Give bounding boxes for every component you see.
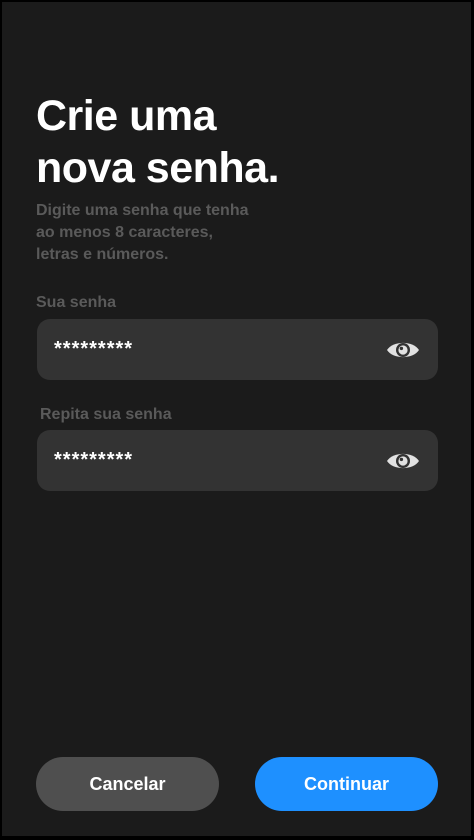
page-title-line-2: nova senha.	[36, 144, 280, 192]
page-subtitle: Digite uma senha que tenha ao menos 8 ca…	[36, 200, 316, 266]
page-subtitle-line-2: ao menos 8 caracteres,	[36, 224, 213, 241]
password-field-container	[37, 319, 438, 380]
continue-button[interactable]: Continuar	[255, 757, 438, 811]
page-subtitle-line-1: Digite uma senha que tenha	[36, 202, 249, 219]
cancel-button[interactable]: Cancelar	[36, 757, 219, 811]
eye-icon[interactable]	[385, 443, 421, 479]
confirm-password-field-container	[37, 430, 438, 491]
password-input[interactable]	[54, 319, 385, 380]
confirm-password-label: Repita sua senha	[40, 406, 172, 423]
password-label: Sua senha	[36, 294, 117, 311]
confirm-password-input[interactable]	[54, 430, 385, 491]
page-title-line-1: Crie uma	[36, 92, 217, 140]
page-subtitle-line-3: letras e números.	[36, 246, 169, 263]
page-title: Crie uma nova senha.	[36, 90, 436, 194]
eye-icon[interactable]	[385, 332, 421, 368]
create-password-screen: Crie uma nova senha. Digite uma senha qu…	[2, 2, 471, 836]
